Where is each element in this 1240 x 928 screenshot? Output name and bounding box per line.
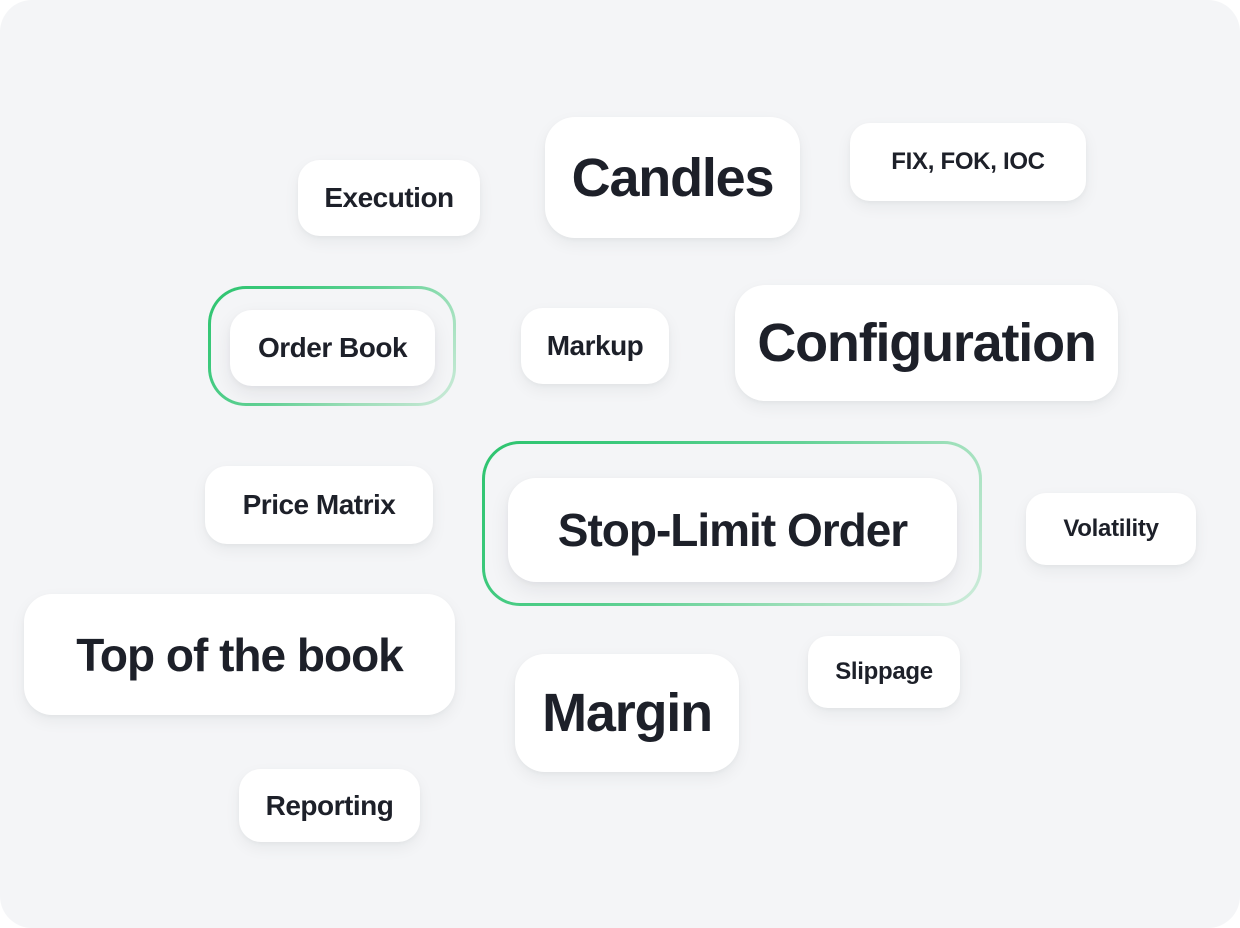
tag-reporting[interactable]: Reporting [239,769,420,842]
tag-margin[interactable]: Margin [515,654,739,772]
tag-candles[interactable]: Candles [545,117,800,238]
tag-slippage[interactable]: Slippage [808,636,960,708]
tag-configuration[interactable]: Configuration [735,285,1118,401]
tag-order-book[interactable]: Order Book [230,310,435,386]
tag-cloud-canvas: Execution Candles FIX, FOK, IOC Order Book M… [0,0,1240,928]
highlight-ring-stop-limit-order: Stop-Limit Order [482,441,982,606]
tag-fix-fok-ioc[interactable]: FIX, FOK, IOC [850,123,1086,201]
tag-stop-limit-order[interactable]: Stop-Limit Order [508,478,957,582]
tag-volatility[interactable]: Volatility [1026,493,1196,565]
highlight-ring-order-book: Order Book [208,286,456,406]
tag-execution[interactable]: Execution [298,160,480,236]
tag-markup[interactable]: Markup [521,308,669,384]
tag-top-of-the-book[interactable]: Top of the book [24,594,455,715]
tag-price-matrix[interactable]: Price Matrix [205,466,433,544]
